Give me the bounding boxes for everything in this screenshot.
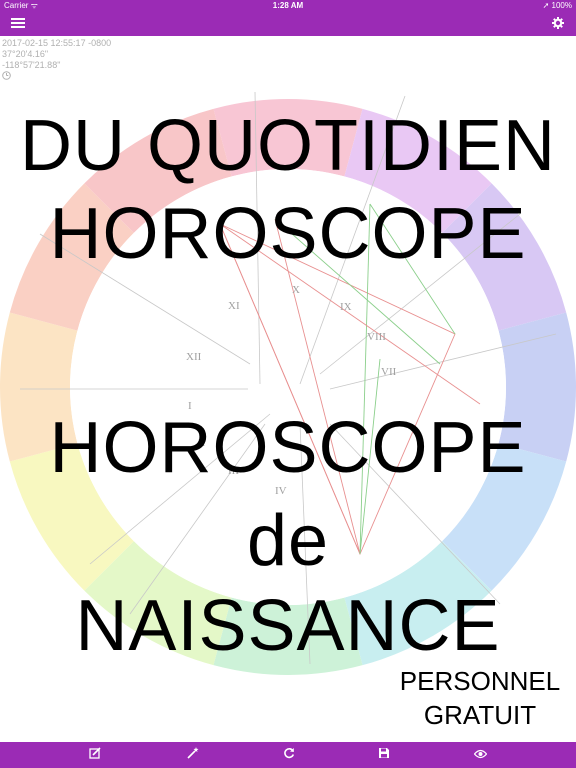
gear-icon[interactable] bbox=[546, 14, 570, 34]
hamburger-menu-icon[interactable] bbox=[6, 14, 30, 34]
headline-line-3: HOROSCOPE bbox=[49, 408, 527, 488]
house-numeral: IX bbox=[340, 301, 352, 313]
tagline-personnel: PERSONNEL bbox=[399, 666, 561, 696]
birth-latitude: 37°20'4.16" bbox=[2, 49, 49, 59]
save-icon[interactable] bbox=[371, 745, 397, 765]
eye-icon[interactable] bbox=[467, 745, 493, 765]
headline-line-4: de bbox=[246, 501, 330, 581]
headline-line-2: HOROSCOPE bbox=[49, 194, 527, 274]
clock-icon bbox=[2, 71, 111, 83]
bottom-toolbar bbox=[0, 742, 576, 768]
headline-line-1: DU QUOTIDIEN bbox=[19, 106, 556, 186]
battery-indicator: ➚ 100% bbox=[542, 1, 572, 10]
headline-line-5: NAISSANCE bbox=[75, 586, 501, 666]
house-numeral: XII bbox=[186, 351, 202, 363]
house-numeral: X bbox=[292, 284, 300, 296]
nav-bar bbox=[0, 12, 576, 36]
magic-wand-icon[interactable] bbox=[180, 745, 206, 765]
refresh-icon[interactable] bbox=[276, 745, 302, 765]
tagline-gratuit: GRATUIT bbox=[423, 700, 537, 730]
birth-datetime: 2017-02-15 12:55:17 -0800 bbox=[2, 38, 112, 48]
house-numeral: XI bbox=[228, 300, 240, 312]
edit-icon[interactable] bbox=[82, 745, 108, 765]
clock: 1:28 AM bbox=[272, 1, 304, 10]
house-numeral: VIII bbox=[367, 331, 386, 343]
house-numeral: VII bbox=[381, 366, 397, 378]
birth-longitude: -118°57'21.88" bbox=[2, 60, 61, 70]
status-bar: Carrier ᯤ 1:28 AM ➚ 100% bbox=[0, 0, 576, 12]
birth-info: 2017-02-15 12:55:17 -0800 37°20'4.16" -1… bbox=[2, 38, 111, 83]
